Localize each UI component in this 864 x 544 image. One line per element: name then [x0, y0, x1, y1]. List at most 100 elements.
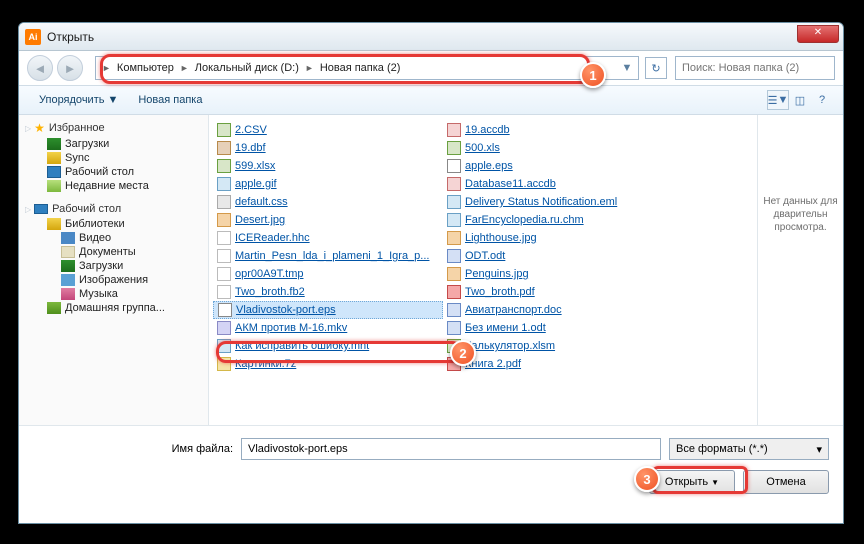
file-name: Авиатранспорт.doc	[465, 304, 562, 316]
file-item[interactable]: Калькулятор.xlsm	[443, 337, 673, 355]
file-icon	[447, 177, 461, 191]
chevron-right-icon: ►	[100, 63, 113, 73]
file-icon	[217, 123, 231, 137]
toolbar: Упорядочить ▼ Новая папка ☰▼ ◫ ?	[19, 85, 843, 115]
file-item[interactable]: Penguins.jpg	[443, 265, 673, 283]
file-name: Database11.accdb	[465, 178, 556, 190]
file-name: default.css	[235, 196, 288, 208]
file-item[interactable]: Database11.accdb	[443, 175, 673, 193]
breadcrumb-item[interactable]: Локальный диск (D:)	[191, 62, 303, 74]
star-icon: ★	[34, 121, 45, 135]
file-icon	[217, 159, 231, 173]
file-item[interactable]: opr00A9T.tmp	[213, 265, 443, 283]
file-name: apple.eps	[465, 160, 513, 172]
file-item[interactable]: АКМ против М-16.mkv	[213, 319, 443, 337]
sidebar-desktop[interactable]: ▷Рабочий стол	[19, 201, 208, 217]
file-icon	[217, 177, 231, 191]
documents-icon	[61, 246, 75, 258]
file-item[interactable]: 19.dbf	[213, 139, 443, 157]
file-item[interactable]: Как исправить ошибку.mht	[213, 337, 443, 355]
annotation-badge-3: 3	[634, 466, 660, 492]
file-icon	[447, 267, 461, 281]
file-item[interactable]: apple.gif	[213, 175, 443, 193]
recent-icon	[47, 180, 61, 192]
file-icon	[217, 285, 231, 299]
file-name: Two_broth.fb2	[235, 286, 305, 298]
file-item[interactable]: 599.xlsx	[213, 157, 443, 175]
file-name: Lighthouse.jpg	[465, 232, 537, 244]
bottom-panel: Имя файла: Все форматы (*.*) ▾ Открыть ▼…	[19, 425, 843, 506]
file-item[interactable]: ICEReader.hhc	[213, 229, 443, 247]
file-item[interactable]: Vladivostok-port.eps	[213, 301, 443, 319]
back-button[interactable]: ◄	[27, 55, 53, 81]
file-name: 500.xls	[465, 142, 500, 154]
search-input[interactable]	[675, 56, 835, 80]
file-item[interactable]: Книга 2.pdf	[443, 355, 673, 373]
open-button[interactable]: Открыть ▼	[649, 470, 735, 494]
folder-icon	[47, 152, 61, 164]
file-icon	[447, 195, 461, 209]
sidebar-item-homegroup[interactable]: Домашняя группа...	[19, 301, 208, 315]
file-item[interactable]: 2.CSV	[213, 121, 443, 139]
file-item[interactable]: 19.accdb	[443, 121, 673, 139]
preview-pane-button[interactable]: ◫	[789, 90, 811, 110]
file-item[interactable]: apple.eps	[443, 157, 673, 175]
sidebar-item-downloads2[interactable]: Загрузки	[19, 259, 208, 273]
sidebar-item-libraries[interactable]: Библиотеки	[19, 217, 208, 231]
sidebar-item-desktop[interactable]: Рабочий стол	[19, 165, 208, 179]
filename-input[interactable]	[241, 438, 661, 460]
file-item[interactable]: Two_broth.pdf	[443, 283, 673, 301]
sidebar-item-video[interactable]: Видео	[19, 231, 208, 245]
file-name: 19.accdb	[465, 124, 510, 136]
annotation-badge-1: 1	[580, 62, 606, 88]
file-item[interactable]: Lighthouse.jpg	[443, 229, 673, 247]
video-icon	[61, 232, 75, 244]
file-item[interactable]: Two_broth.fb2	[213, 283, 443, 301]
sidebar-item-sync[interactable]: Sync	[19, 151, 208, 165]
organize-button[interactable]: Упорядочить ▼	[29, 90, 128, 110]
file-item[interactable]: Desert.jpg	[213, 211, 443, 229]
sidebar-item-recent[interactable]: Недавние места	[19, 179, 208, 193]
file-icon	[447, 141, 461, 155]
file-item[interactable]: default.css	[213, 193, 443, 211]
sidebar-item-images[interactable]: Изображения	[19, 273, 208, 287]
file-item[interactable]: FarEncyclopedia.ru.chm	[443, 211, 673, 229]
file-item[interactable]: ODT.odt	[443, 247, 673, 265]
file-icon	[447, 231, 461, 245]
music-icon	[61, 288, 75, 300]
body: ▷★Избранное Загрузки Sync Рабочий стол Н…	[19, 115, 843, 425]
sidebar-item-documents[interactable]: Документы	[19, 245, 208, 259]
file-icon	[447, 321, 461, 335]
file-icon	[447, 159, 461, 173]
file-item[interactable]: Авиатранспорт.doc	[443, 301, 673, 319]
file-icon	[217, 357, 231, 371]
forward-button[interactable]: ►	[57, 55, 83, 81]
chevron-down-icon: ▼	[107, 94, 118, 106]
cancel-button[interactable]: Отмена	[743, 470, 829, 494]
file-name: Калькулятор.xlsm	[465, 340, 555, 352]
file-icon	[218, 303, 232, 317]
file-item[interactable]: 500.xls	[443, 139, 673, 157]
view-button[interactable]: ☰▼	[767, 90, 789, 110]
chevron-right-icon: ►	[303, 63, 316, 73]
breadcrumb-dropdown-icon[interactable]: ▼	[620, 62, 634, 74]
help-button[interactable]: ?	[811, 90, 833, 110]
sidebar-item-music[interactable]: Музыка	[19, 287, 208, 301]
close-button[interactable]: ✕	[797, 25, 839, 43]
downloads-icon	[61, 260, 75, 272]
newfolder-button[interactable]: Новая папка	[128, 90, 212, 110]
file-item[interactable]: Delivery Status Notification.eml	[443, 193, 673, 211]
file-item[interactable]: Martin_Pesn_lda_i_plameni_1_Igra_p...	[213, 247, 443, 265]
filetype-select[interactable]: Все форматы (*.*) ▾	[669, 438, 829, 460]
file-icon	[217, 213, 231, 227]
file-name: Как исправить ошибку.mht	[235, 340, 369, 352]
breadcrumb-item[interactable]: Новая папка (2)	[316, 62, 405, 74]
chevron-right-icon: ►	[178, 63, 191, 73]
sidebar-item-downloads[interactable]: Загрузки	[19, 137, 208, 151]
breadcrumb[interactable]: ► Компьютер ► Локальный диск (D:) ► Нова…	[95, 56, 639, 80]
file-item[interactable]: Без имени 1.odt	[443, 319, 673, 337]
refresh-button[interactable]: ↻	[645, 57, 667, 79]
file-item[interactable]: Картинки.7z	[213, 355, 443, 373]
breadcrumb-item[interactable]: Компьютер	[113, 62, 178, 74]
sidebar-favorites[interactable]: ▷★Избранное	[19, 119, 208, 137]
